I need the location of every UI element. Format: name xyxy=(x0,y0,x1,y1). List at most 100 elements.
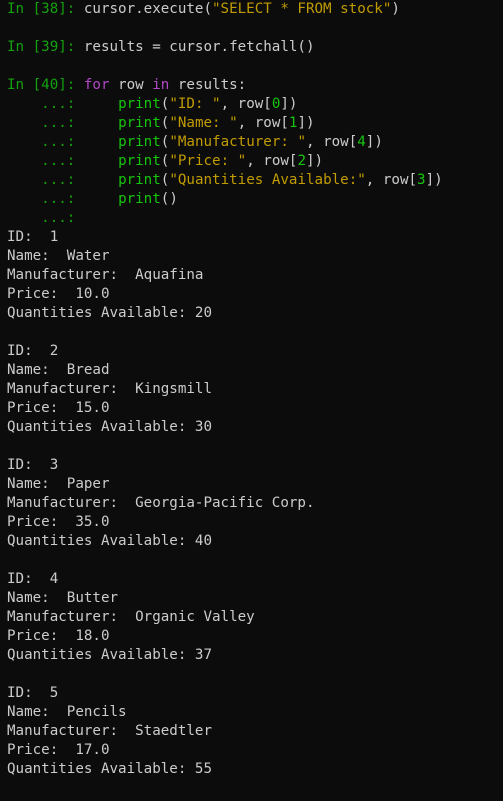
output-name-label: Name: xyxy=(7,248,67,264)
continuation-prompt: ...: xyxy=(7,153,76,169)
output-manufacturer-value: Organic Valley xyxy=(135,609,255,625)
output-name-value: Paper xyxy=(66,476,110,492)
output-manufacturer-line: Manufacturer: Organic Valley xyxy=(7,608,503,627)
string-token: "Quantities Available:" xyxy=(169,172,366,188)
keyword-token: for xyxy=(83,77,110,93)
output-price-label: Price: xyxy=(7,742,76,758)
output-quantity-value: 20 xyxy=(194,305,213,321)
continuation-line: ...: print("ID: ", row[0]) xyxy=(7,95,503,114)
continuation-prompt: ...: xyxy=(7,210,76,226)
continuation-prompt: ...: xyxy=(7,134,76,150)
continuation-prompt: ...: xyxy=(7,172,76,188)
output-id-label: ID: xyxy=(7,343,50,359)
output-name-value: Butter xyxy=(66,590,119,606)
code-text: , row[ xyxy=(365,172,418,188)
output-quantity-value: 30 xyxy=(194,419,213,435)
code-text: , row[ xyxy=(246,153,298,169)
code-text: ]) xyxy=(280,96,298,112)
continuation-line: ...: print("Quantities Available:", row[… xyxy=(7,171,503,190)
output-quantity-line: Quantities Available: 40 xyxy=(7,532,503,551)
output-id-value: 2 xyxy=(49,343,59,359)
output-price-line: Price: 18.0 xyxy=(7,627,503,646)
output-quantity-line: Quantities Available: 55 xyxy=(7,760,503,779)
builtin-token: print xyxy=(118,96,161,112)
continuation-prompt: ...: xyxy=(7,96,76,112)
code-text: row xyxy=(109,77,153,93)
output-price-line: Price: 15.0 xyxy=(7,399,503,418)
output-price-line: Price: 17.0 xyxy=(7,741,503,760)
terminal-window[interactable]: In [38]: cursor.execute("SELECT * FROM s… xyxy=(0,0,503,801)
output-id-line: ID: 2 xyxy=(7,342,503,361)
output-name-value: Pencils xyxy=(66,704,127,720)
continuation-prompt: ...: xyxy=(7,191,76,207)
output-id-line: ID: 4 xyxy=(7,570,503,589)
output-id-label: ID: xyxy=(7,571,50,587)
output-name-line: Name: Pencils xyxy=(7,703,503,722)
output-price-label: Price: xyxy=(7,400,76,416)
output-quantity-value: 40 xyxy=(194,533,213,549)
output-price-value: 15.0 xyxy=(75,400,110,416)
number-token: 4 xyxy=(357,134,366,150)
output-manufacturer-value: Kingsmill xyxy=(135,381,212,397)
input-prompt: In [38]: xyxy=(7,1,76,17)
output-id-label: ID: xyxy=(7,685,50,701)
builtin-token: print xyxy=(118,153,161,169)
continuation-line: ...: print("Price: ", row[2]) xyxy=(7,152,503,171)
output-manufacturer-line: Manufacturer: Aquafina xyxy=(7,266,503,285)
output-name-line: Name: Butter xyxy=(7,589,503,608)
output-id-line: ID: 1 xyxy=(7,228,503,247)
builtin-token: print xyxy=(118,172,161,188)
output-price-line: Price: 35.0 xyxy=(7,513,503,532)
code-text: cursor.execute( xyxy=(75,1,213,17)
output-price-value: 35.0 xyxy=(75,514,110,530)
code-text: results = cursor.fetchall() xyxy=(75,39,315,55)
output-name-line: Name: Bread xyxy=(7,361,503,380)
string-token: "Price: " xyxy=(169,153,247,169)
continuation-line: ...: print("Name: ", row[1]) xyxy=(7,114,503,133)
string-token: "Manufacturer: " xyxy=(169,134,306,150)
output-id-value: 4 xyxy=(49,571,59,587)
output-manufacturer-label: Manufacturer: xyxy=(7,495,136,511)
number-token: 2 xyxy=(297,153,306,169)
output-id-value: 3 xyxy=(49,457,59,473)
code-text: ]) xyxy=(425,172,443,188)
output-price-line: Price: 10.0 xyxy=(7,285,503,304)
output-name-line: Name: Paper xyxy=(7,475,503,494)
output-price-value: 18.0 xyxy=(75,628,110,644)
output-manufacturer-label: Manufacturer: xyxy=(7,723,136,739)
input-prompt: In [40]: xyxy=(7,77,76,93)
output-id-line: ID: 3 xyxy=(7,456,503,475)
string-token: "Name: " xyxy=(169,115,238,131)
output-manufacturer-label: Manufacturer: xyxy=(7,609,136,625)
output-manufacturer-label: Manufacturer: xyxy=(7,381,136,397)
output-name-label: Name: xyxy=(7,590,67,606)
output-id-label: ID: xyxy=(7,457,50,473)
number-token: 3 xyxy=(417,172,426,188)
input-line: In [40]: for row in results: xyxy=(7,76,503,95)
output-name-label: Name: xyxy=(7,362,67,378)
output-price-value: 10.0 xyxy=(75,286,110,302)
continuation-line: ...: print() xyxy=(7,190,503,209)
output-name-label: Name: xyxy=(7,704,67,720)
output-quantity-label: Quantities Available: xyxy=(7,647,195,663)
input-line: In [39]: results = cursor.fetchall() xyxy=(7,38,503,57)
code-text: ]) xyxy=(306,153,324,169)
output-id-value: 1 xyxy=(49,229,59,245)
output-manufacturer-line: Manufacturer: Staedtler xyxy=(7,722,503,741)
code-text: ) xyxy=(391,1,400,17)
code-text: results: xyxy=(169,77,247,93)
output-quantity-label: Quantities Available: xyxy=(7,533,195,549)
output-manufacturer-line: Manufacturer: Georgia-Pacific Corp. xyxy=(7,494,503,513)
code-text: , row[ xyxy=(220,96,272,112)
